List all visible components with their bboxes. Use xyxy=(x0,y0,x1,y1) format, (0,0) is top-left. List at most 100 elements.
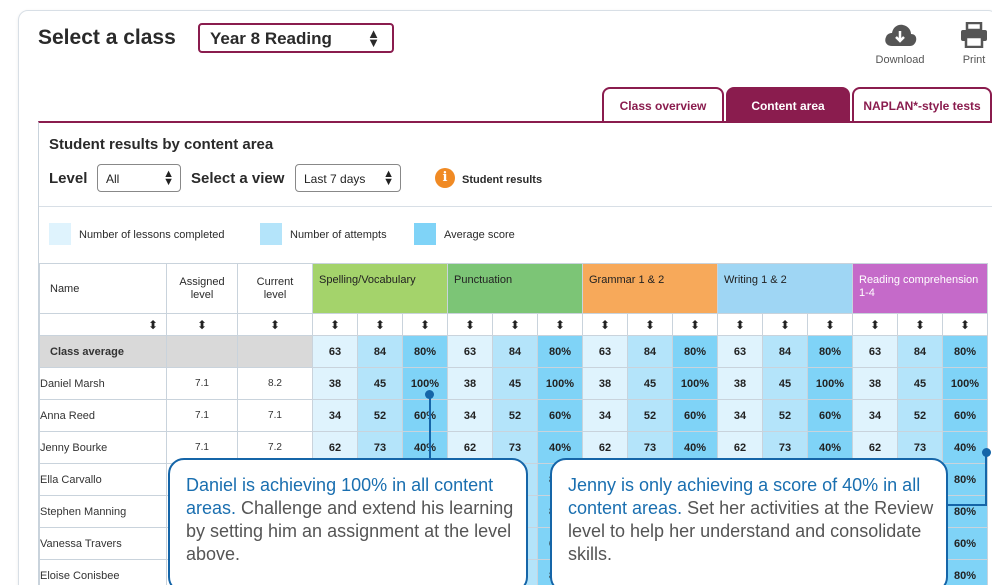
area-header-reading: Reading comprehension 1-4 xyxy=(852,263,988,314)
score-cell: 80% xyxy=(942,463,988,496)
legend-label-lessons: Number of lessons completed xyxy=(79,229,225,241)
area-header-spelling: Spelling/Vocabulary xyxy=(312,263,448,314)
sort-row: ⬍ ⬍ ⬍ ⬍ ⬍ ⬍ ⬍ ⬍ ⬍ ⬍ ⬍ ⬍ ⬍ ⬍ ⬍ ⬍ ⬍ ⬍ xyxy=(39,313,988,336)
view-label: Select a view xyxy=(191,170,285,187)
sort-icon[interactable]: ⬍ xyxy=(942,313,988,336)
class-average-cell: 84 xyxy=(357,335,403,368)
score-cell: 38 xyxy=(312,367,358,400)
sort-icon[interactable]: ⬍ xyxy=(897,313,943,336)
score-cell: 60% xyxy=(942,399,988,432)
score-cell: 100% xyxy=(537,367,583,400)
sort-icon[interactable]: ⬍ xyxy=(762,313,808,336)
page-title: Select a class xyxy=(38,26,176,49)
score-cell: 100% xyxy=(942,367,988,400)
info-icon[interactable]: i xyxy=(435,168,455,188)
table-header-row: Name Assigned level Current level Spelling… xyxy=(39,263,988,314)
class-select-value: Year 8 Reading xyxy=(210,29,332,48)
student-name[interactable]: Jenny Bourke xyxy=(39,431,167,464)
score-cell: 60% xyxy=(942,527,988,560)
score-cell: 52 xyxy=(357,399,403,432)
legend-swatch-attempts xyxy=(260,223,282,245)
print-button[interactable]: Print xyxy=(954,22,992,66)
class-average-cell: 63 xyxy=(312,335,358,368)
score-cell: 45 xyxy=(357,367,403,400)
tab-class-overview[interactable]: Class overview xyxy=(602,87,724,121)
col-header-assigned: Assigned level xyxy=(166,263,238,314)
score-cell: 100% xyxy=(807,367,853,400)
sort-icon[interactable]: ⬍ xyxy=(357,313,403,336)
select-arrows-icon: ▲ ▼ xyxy=(383,168,394,188)
score-cell: 60% xyxy=(807,399,853,432)
score-cell: 80% xyxy=(942,559,988,585)
level-select[interactable]: All ▲ ▼ xyxy=(97,164,181,192)
sort-icon[interactable]: ⬍ xyxy=(807,313,853,336)
student-results-link[interactable]: Student results xyxy=(462,174,542,186)
score-cell: 34 xyxy=(717,399,763,432)
sort-icon[interactable]: ⬍ xyxy=(852,313,898,336)
student-name[interactable]: Anna Reed xyxy=(39,399,167,432)
score-cell: 34 xyxy=(852,399,898,432)
sort-icon[interactable]: ⬍ xyxy=(402,313,448,336)
score-cell: 52 xyxy=(627,399,673,432)
download-label: Download xyxy=(875,54,925,66)
table-row[interactable]: Anna Reed 7.1 7.1 34 52 60% 34 52 60% 34 52 60% 34 52… xyxy=(39,399,988,432)
current-level: 8.2 xyxy=(237,367,313,400)
score-cell: 52 xyxy=(897,399,943,432)
class-average-cell: 84 xyxy=(492,335,538,368)
cloud-download-icon xyxy=(885,24,917,46)
select-arrows-icon: ▲ ▼ xyxy=(367,26,380,50)
select-arrows-icon: ▲ ▼ xyxy=(163,168,174,188)
sort-icon[interactable]: ⬍ xyxy=(166,313,238,336)
score-cell: 34 xyxy=(447,399,493,432)
sort-icon[interactable]: ⬍ xyxy=(237,313,313,336)
panel-title: Student results by content area xyxy=(49,136,274,153)
score-cell: 45 xyxy=(492,367,538,400)
sort-icon[interactable]: ⬍ xyxy=(447,313,493,336)
callout-text: Challenge and extend his learning by set… xyxy=(186,498,514,564)
class-average-assigned xyxy=(166,335,238,368)
download-button[interactable]: Download xyxy=(870,22,930,66)
score-cell: 60% xyxy=(402,399,448,432)
score-cell: 45 xyxy=(762,367,808,400)
view-select-value: Last 7 days xyxy=(304,172,366,186)
legend-label-attempts: Number of attempts xyxy=(290,229,387,241)
class-average-cell: 84 xyxy=(897,335,943,368)
sort-icon[interactable]: ⬍ xyxy=(627,313,673,336)
area-header-punctuation: Punctuation xyxy=(447,263,583,314)
area-header-writing: Writing 1 & 2 xyxy=(717,263,853,314)
table-row[interactable]: Daniel Marsh 7.1 8.2 38 45 100% 38 45 100% 38 45 10… xyxy=(39,367,988,400)
student-name[interactable]: Eloise Conisbee xyxy=(39,559,167,585)
view-select[interactable]: Last 7 days ▲ ▼ xyxy=(295,164,401,192)
sort-icon[interactable]: ⬍ xyxy=(717,313,763,336)
sort-icon[interactable]: ⬍ xyxy=(672,313,718,336)
sort-icon[interactable]: ⬍ xyxy=(582,313,628,336)
student-name[interactable]: Vanessa Travers xyxy=(39,527,167,560)
student-name[interactable]: Stephen Manning xyxy=(39,495,167,528)
score-cell: 40% xyxy=(942,431,988,464)
class-average-cell: 80% xyxy=(807,335,853,368)
class-average-cell: 84 xyxy=(627,335,673,368)
sort-icon[interactable]: ⬍ xyxy=(537,313,583,336)
tab-naplan-tests[interactable]: NAPLAN*-style tests xyxy=(852,87,992,121)
sort-icon[interactable]: ⬍ xyxy=(312,313,358,336)
col-header-name: Name xyxy=(39,263,167,314)
class-average-label: Class average xyxy=(39,335,167,368)
sort-icon[interactable]: ⬍ xyxy=(39,313,167,336)
class-average-cell: 80% xyxy=(672,335,718,368)
score-cell: 80% xyxy=(942,495,988,528)
class-average-cell: 63 xyxy=(852,335,898,368)
printer-icon xyxy=(961,22,987,48)
level-label: Level xyxy=(49,170,88,187)
score-cell: 60% xyxy=(672,399,718,432)
class-average-cell: 63 xyxy=(447,335,493,368)
sort-icon[interactable]: ⬍ xyxy=(492,313,538,336)
class-average-cell: 63 xyxy=(717,335,763,368)
divider xyxy=(39,206,992,207)
score-cell: 38 xyxy=(447,367,493,400)
class-select[interactable]: Year 8 Reading ▲ ▼ xyxy=(198,23,394,53)
student-name[interactable]: Ella Carvallo xyxy=(39,463,167,496)
score-cell: 38 xyxy=(852,367,898,400)
tab-content-area[interactable]: Content area xyxy=(726,87,850,121)
student-name[interactable]: Daniel Marsh xyxy=(39,367,167,400)
print-label: Print xyxy=(962,54,986,66)
